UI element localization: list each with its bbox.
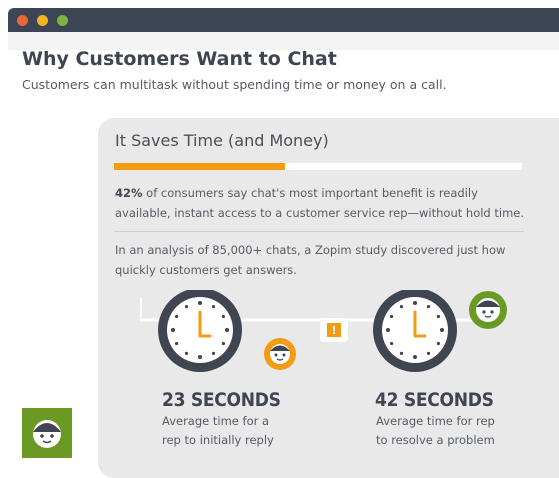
progress-bar bbox=[114, 163, 522, 170]
card-title: It Saves Time (and Money) bbox=[115, 131, 329, 150]
exclamation-bubble-icon: ! bbox=[320, 318, 348, 342]
clock-icon bbox=[158, 290, 242, 372]
metric-value-reply: 23 SECONDS bbox=[162, 389, 281, 411]
metric-description-resolve: Average time for rep to resolve a proble… bbox=[376, 412, 495, 450]
metric-description-reply: Average time for a rep to initially repl… bbox=[162, 412, 274, 450]
stat-description: of consumers say chat's most important b… bbox=[115, 186, 525, 220]
page-subtitle: Customers can multitask without spending… bbox=[22, 77, 447, 92]
metric-description-line: Average time for rep bbox=[376, 414, 495, 428]
window-maximize-icon[interactable] bbox=[57, 15, 68, 26]
stat-paragraph: 42% of consumers say chat's most importa… bbox=[115, 183, 535, 223]
window-close-icon[interactable] bbox=[17, 15, 28, 26]
metric-description-line: rep to initially reply bbox=[162, 433, 274, 447]
svg-text:!: ! bbox=[331, 324, 336, 337]
zopim-logo-icon bbox=[22, 408, 72, 458]
agent-avatar-icon bbox=[264, 338, 296, 370]
question-bubble-icon: ? bbox=[140, 296, 142, 318]
window-titlebar bbox=[8, 8, 559, 32]
response-time-illustration: ? ! bbox=[140, 290, 507, 372]
study-paragraph: In an analysis of 85,000+ chats, a Zopim… bbox=[115, 243, 506, 277]
window-minimize-icon[interactable] bbox=[37, 15, 48, 26]
agent-avatar-icon bbox=[469, 291, 507, 329]
clock-icon bbox=[373, 290, 457, 372]
metric-value-resolve: 42 SECONDS bbox=[375, 389, 494, 411]
metric-description-line: Average time for a bbox=[162, 414, 270, 428]
divider bbox=[114, 231, 524, 232]
page-title: Why Customers Want to Chat bbox=[22, 48, 337, 70]
metric-description-line: to resolve a problem bbox=[376, 433, 495, 447]
stat-percent: 42% bbox=[115, 186, 143, 200]
progress-bar-fill bbox=[114, 163, 286, 170]
